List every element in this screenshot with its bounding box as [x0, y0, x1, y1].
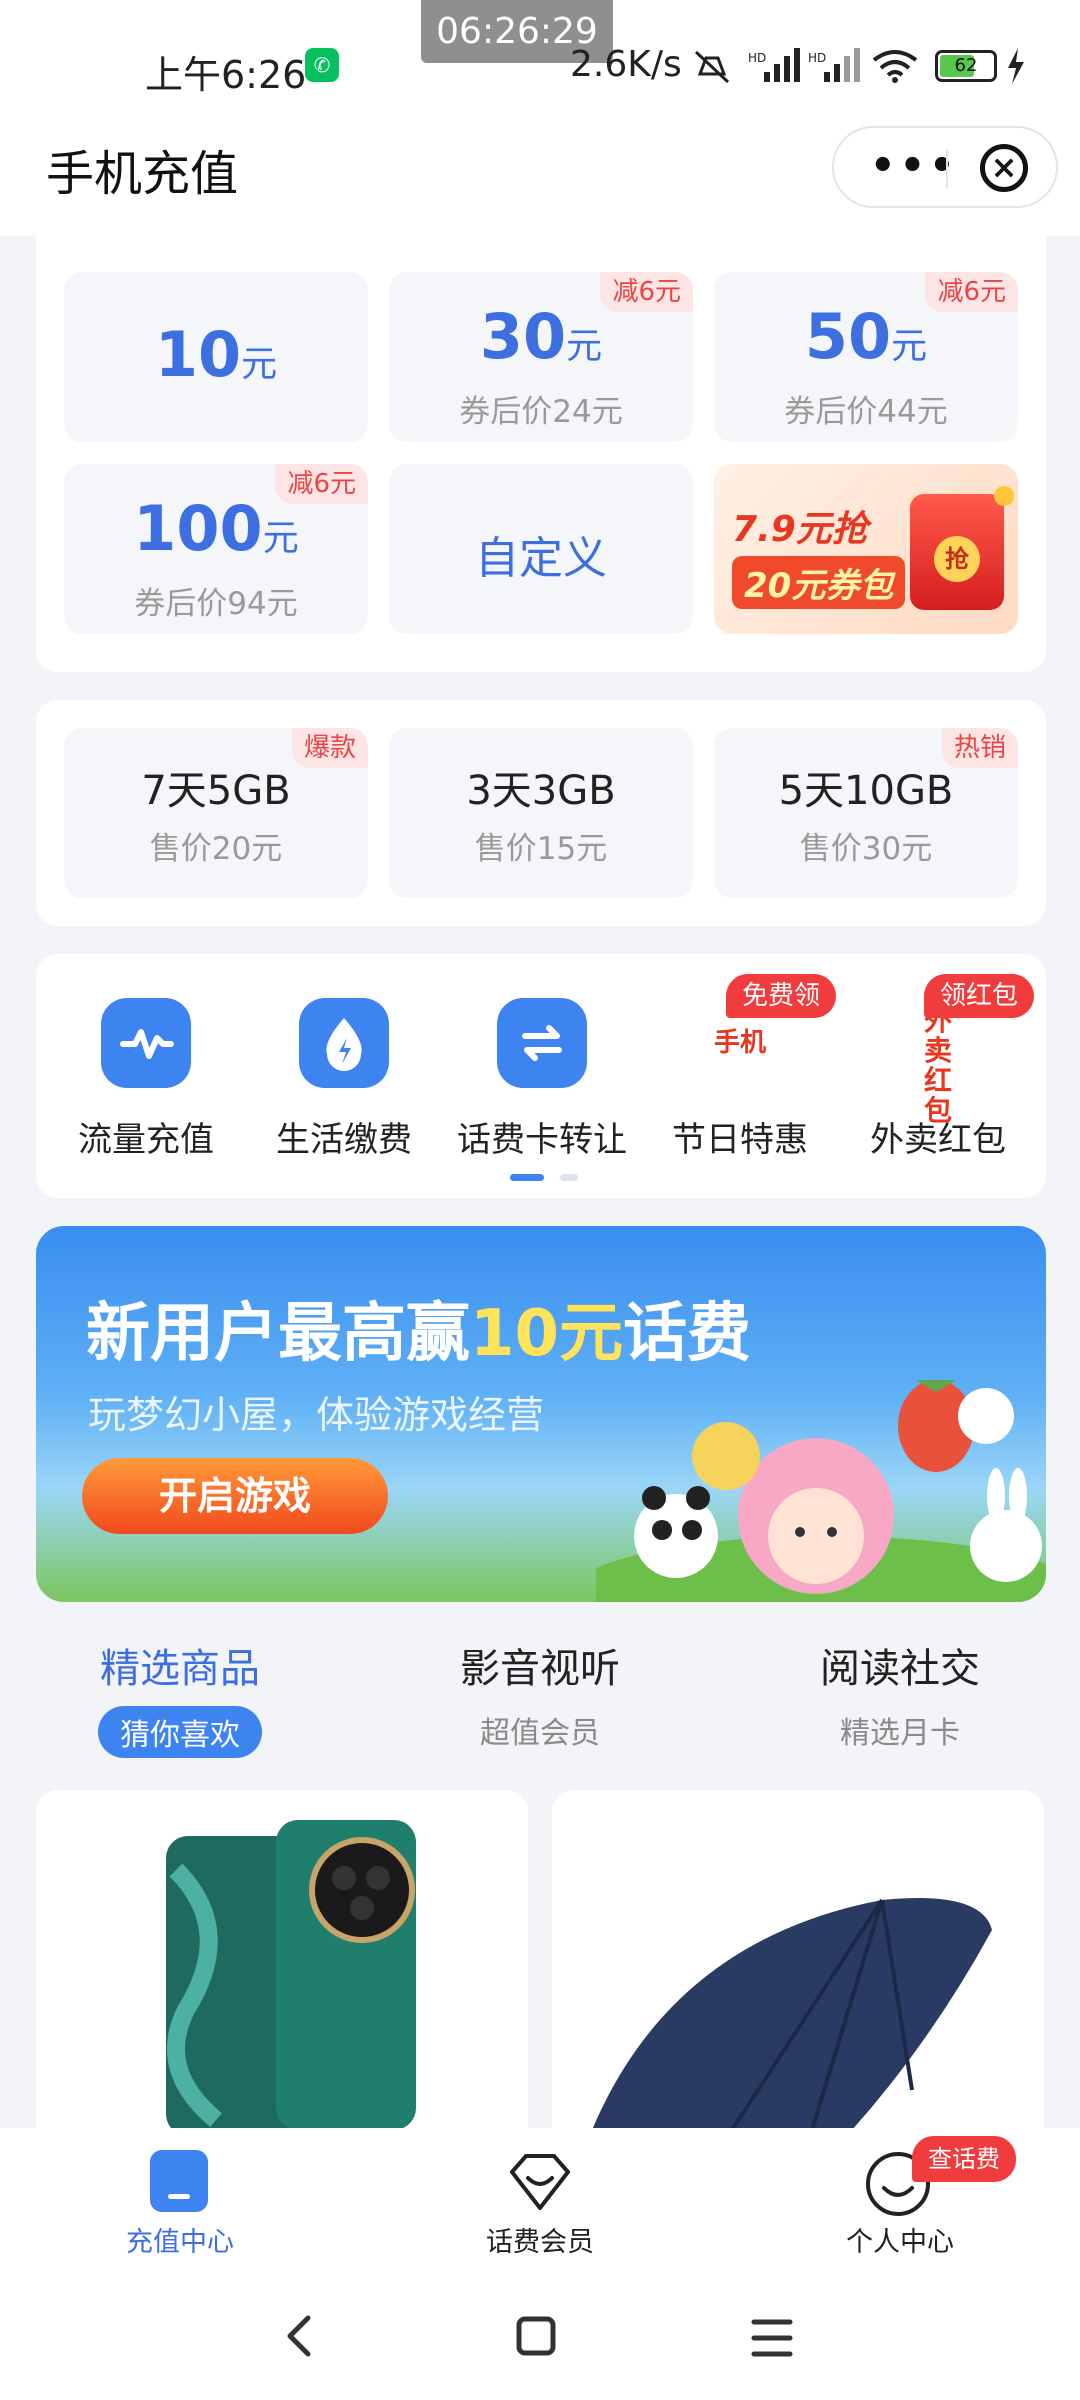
tab-title: 影音视听	[460, 1646, 620, 1692]
umbrella-product-image	[592, 1898, 992, 2130]
battery-icon: 62	[935, 50, 997, 82]
redpacket-badge: 领红包	[924, 974, 1035, 1018]
pulse-icon	[101, 998, 191, 1088]
data-plans-card: 爆款 7天5GB 售价20元 3天3GB 售价15元 热销 5天10GB 售价3…	[36, 700, 1046, 926]
amount-tile-50[interactable]: 减6元 50元 券后价44元	[714, 272, 1018, 442]
page-indicator-active	[510, 1174, 544, 1181]
svg-text:HD: HD	[808, 51, 826, 65]
services-card: 流量充值 生活缴费 话费卡转让 手机 节日特惠 免费领 外卖红包 外卖红包 领红…	[36, 954, 1046, 1198]
tab-subtitle: 精选月卡	[840, 1716, 960, 1751]
status-bar: 上午6:26 ✆ 06:26:29 2.6K/s HD HD 62	[0, 0, 1080, 110]
signal-icon: HD	[748, 48, 800, 82]
wifi-icon	[872, 50, 918, 83]
nav-bill-member[interactable]: 话费会员	[410, 2128, 670, 2270]
service-takeout-redpacket[interactable]: 外卖红包 外卖红包	[848, 998, 1028, 1178]
after-coupon-price: 券后价24元	[459, 394, 623, 430]
service-label: 生活缴费	[276, 1120, 412, 1160]
data-plan-tile[interactable]: 热销 5天10GB 售价30元	[714, 728, 1018, 898]
battery-level: 62	[954, 55, 978, 76]
custom-amount-tile[interactable]: 自定义	[389, 464, 693, 634]
tab-title: 精选商品	[100, 1646, 260, 1692]
start-game-button[interactable]: 开启游戏	[82, 1458, 388, 1534]
service-label: 流量充值	[78, 1120, 214, 1160]
tab-reading[interactable]: 阅读社交 精选月卡	[780, 1636, 1020, 1752]
service-label: 话费卡转让	[457, 1120, 627, 1160]
service-utility-bills[interactable]: 生活缴费	[254, 998, 434, 1178]
close-button[interactable]: ×	[980, 144, 1028, 192]
plan-name: 5天10GB	[778, 768, 954, 814]
tab-title: 阅读社交	[820, 1646, 980, 1692]
page-indicator	[560, 1174, 578, 1181]
promo-banner[interactable]: 新用户最高赢10元话费 玩梦幻小屋，体验游戏经营 开启游戏	[36, 1226, 1046, 1602]
plan-name: 7天5GB	[141, 768, 291, 814]
recharge-card: 10元 减6元 30元 券后价24元 减6元 50元 券后价44元 减6元 10…	[36, 236, 1046, 672]
amount-value: 100元	[133, 492, 299, 565]
amount-tile-100[interactable]: 减6元 100元 券后价94元	[64, 464, 368, 634]
phone-product-image	[166, 1820, 416, 2130]
amount-value: 50元	[804, 300, 928, 373]
service-label: 节日特惠	[672, 1120, 808, 1160]
product-card-phone[interactable]	[36, 1790, 528, 2130]
coupon-promo-tile[interactable]: 7.9元抢 20元券包 抢	[714, 464, 1018, 634]
diamond-icon	[510, 2154, 570, 2210]
signal-icon-2: HD	[808, 48, 860, 82]
mini-program-capsule: ••• ×	[832, 126, 1058, 208]
product-card-umbrella[interactable]	[552, 1790, 1044, 2130]
service-holiday-deals[interactable]: 手机 节日特惠	[650, 998, 830, 1178]
plan-price: 售价20元	[149, 831, 283, 867]
after-coupon-price: 券后价44元	[784, 394, 948, 430]
promo-line-1: 7.9元抢	[732, 509, 868, 550]
network-speed: 2.6K/s	[570, 44, 682, 85]
tab-subtitle-pill: 猜你喜欢	[98, 1706, 262, 1758]
plan-price: 售价30元	[799, 831, 933, 867]
custom-label: 自定义	[475, 533, 607, 584]
cartoon-characters-illustration	[596, 1380, 1046, 1602]
red-envelope-icon: 抢	[910, 494, 1004, 610]
capsule-divider	[946, 150, 948, 188]
wechat-icon: ✆	[305, 48, 339, 82]
nav-label: 充值中心	[126, 2227, 234, 2258]
service-data-recharge[interactable]: 流量充值	[56, 998, 236, 1178]
check-bill-badge: 查话费	[912, 2136, 1016, 2182]
tab-subtitle: 超值会员	[480, 1716, 600, 1751]
promo-line-2: 20元券包	[732, 556, 906, 609]
free-badge: 免费领	[726, 974, 837, 1018]
after-coupon-price: 券后价94元	[134, 586, 298, 622]
plan-name: 3天3GB	[466, 768, 616, 814]
title-bar: 手机充值 ••• ×	[0, 110, 1080, 236]
nav-label: 话费会员	[486, 2227, 594, 2258]
mute-icon	[694, 50, 730, 84]
amount-value: 10元	[154, 318, 278, 391]
amount-tile-30[interactable]: 减6元 30元 券后价24元	[389, 272, 693, 442]
amount-tile-10[interactable]: 10元	[64, 272, 368, 442]
nav-recharge-center[interactable]: 充值中心	[50, 2128, 310, 2270]
phone-icon	[150, 2150, 208, 2212]
system-navigation-bar	[0, 2270, 1080, 2400]
nav-label: 个人中心	[846, 2227, 954, 2258]
amount-value: 30元	[479, 300, 603, 373]
plan-price: 售价15元	[474, 831, 608, 867]
service-label: 外卖红包	[870, 1120, 1006, 1160]
charging-icon	[1008, 48, 1024, 84]
swap-icon	[497, 998, 587, 1088]
service-card-transfer[interactable]: 话费卡转让	[452, 998, 632, 1178]
data-plan-tile[interactable]: 3天3GB 售价15元	[389, 728, 693, 898]
home-icon[interactable]	[516, 2316, 556, 2356]
back-icon[interactable]	[280, 2314, 320, 2358]
bottom-nav: 充值中心 话费会员 个人中心 查话费	[0, 2128, 1080, 2270]
coin-icon	[994, 486, 1014, 506]
drop-bolt-icon	[299, 998, 389, 1088]
menu-icon[interactable]	[750, 2318, 794, 2358]
data-plan-tile[interactable]: 爆款 7天5GB 售价20元	[64, 728, 368, 898]
tab-featured[interactable]: 精选商品 猜你喜欢	[60, 1636, 300, 1758]
banner-subtitle: 玩梦幻小屋，体验游戏经营	[88, 1393, 545, 1437]
status-time: 上午6:26	[145, 53, 307, 97]
svg-text:HD: HD	[748, 51, 766, 65]
tab-media[interactable]: 影音视听 超值会员	[420, 1636, 660, 1752]
page-title: 手机充值	[46, 146, 239, 202]
close-icon: ×	[990, 148, 1018, 186]
